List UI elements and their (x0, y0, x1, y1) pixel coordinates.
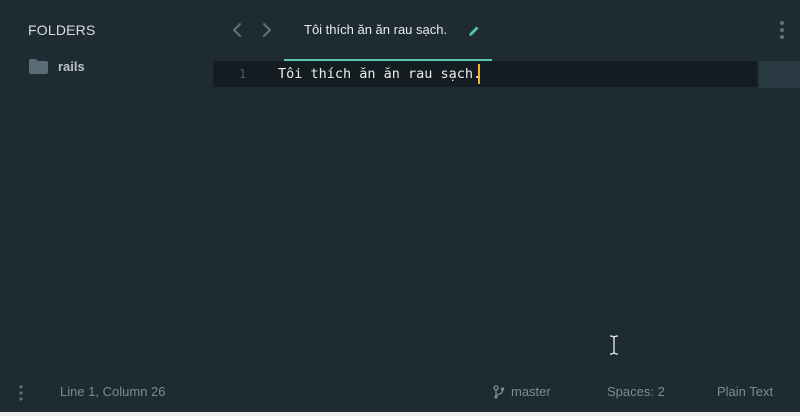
git-branch[interactable]: master (493, 384, 551, 399)
tab-bar: Tôi thích ăn ăn rau sạch. (213, 0, 800, 61)
minimap-viewport[interactable] (759, 61, 800, 88)
tab-active-file[interactable]: Tôi thích ăn ăn rau sạch. (284, 0, 492, 61)
menu-dots-icon[interactable] (18, 385, 24, 401)
text-cursor-icon (609, 335, 619, 355)
pencil-icon (469, 26, 479, 36)
code-line[interactable]: Tôi thích ăn ăn rau sạch. (278, 66, 481, 82)
chevron-right-icon (263, 23, 271, 37)
cursor-position[interactable]: Line 1, Column 26 (60, 384, 166, 399)
git-branch-icon (493, 384, 505, 399)
more-vertical-icon[interactable] (779, 20, 785, 40)
window-bottom-edge (0, 412, 800, 416)
sidebar: FOLDERS rails (0, 0, 213, 372)
folders-heading: FOLDERS (28, 22, 96, 38)
text-caret (478, 64, 480, 84)
back-button[interactable] (228, 21, 246, 39)
chevron-left-icon (233, 23, 241, 37)
status-bar: Line 1, Column 26 master Spaces: 2 Plain… (0, 372, 800, 412)
folder-label: rails (58, 58, 85, 74)
editor-area[interactable]: 1 Tôi thích ăn ăn rau sạch. (213, 61, 800, 372)
forward-button[interactable] (258, 21, 276, 39)
branch-name: master (511, 384, 551, 399)
indentation-setting[interactable]: Spaces: 2 (607, 384, 665, 399)
folder-item-rails[interactable]: rails (28, 57, 85, 75)
folder-icon (29, 58, 48, 74)
syntax-selector[interactable]: Plain Text (717, 384, 773, 399)
tab-label: Tôi thích ăn ăn rau sạch. (304, 22, 448, 37)
line-number: 1 (239, 67, 247, 81)
